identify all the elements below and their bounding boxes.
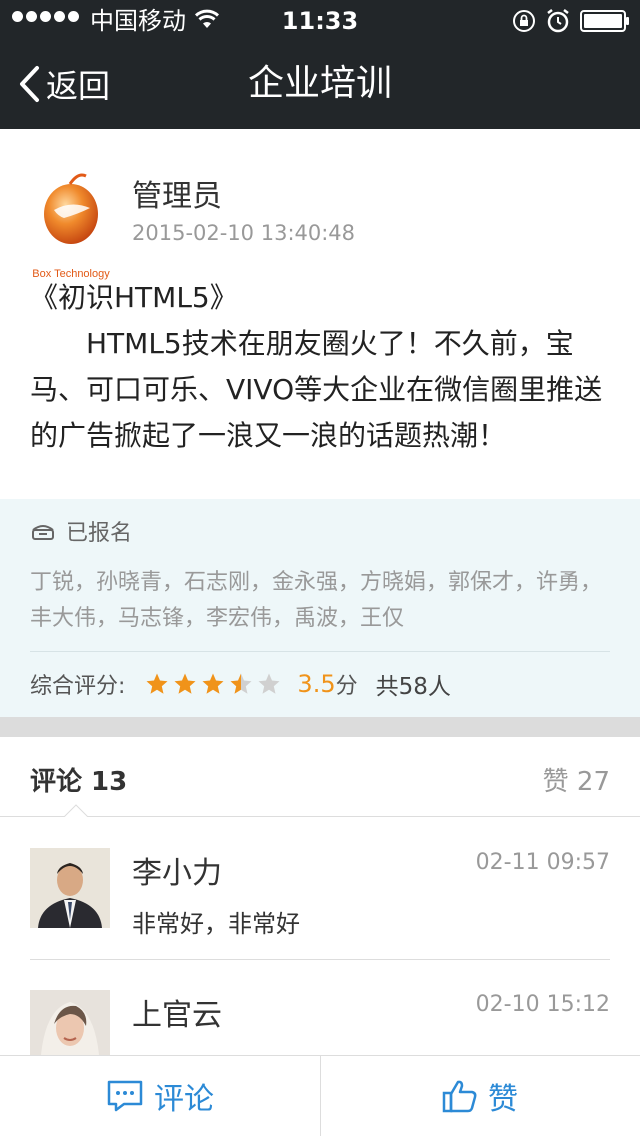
star-icon [230, 673, 252, 694]
post-heading: 《初识HTML5》 [30, 281, 238, 314]
rating-label: 综合评分: [30, 674, 126, 699]
company-logo: Box Technology [28, 164, 114, 280]
comment-button[interactable]: 评论 [0, 1056, 320, 1136]
star-icon [146, 673, 168, 694]
post-body: HTML5技术在朋友圈火了！不久前，宝马、可口可乐、VIVO等大企业在微信圈里推… [30, 327, 603, 452]
rating-stars [145, 672, 281, 696]
section-separator [0, 717, 640, 737]
rating-row: 综合评分: 3.5 分 共58人 [30, 667, 451, 701]
comment-time: 02-10 15:12 [475, 992, 610, 1017]
signup-section: 已报名 丁锐，孙晓青，石志刚，金永强，方晓娟，郭保才，许勇，丰大伟，马志锋，李宏… [0, 499, 640, 717]
comment-time: 02-11 09:57 [475, 850, 610, 875]
rotation-lock-icon [513, 10, 535, 32]
post-author: 管理员 [132, 179, 222, 214]
post-date: 2015-02-10 13:40:48 [132, 221, 356, 245]
comment-icon [107, 1080, 143, 1112]
post-content: 《初识HTML5》 HTML5技术在朋友圈火了！不久前，宝马、可口可乐、VIVO… [30, 275, 610, 459]
comments-count[interactable]: 评论 13 [30, 761, 127, 798]
star-icon [174, 673, 196, 694]
rating-count: 共58人 [375, 674, 451, 700]
rating-unit: 分 [335, 674, 358, 699]
status-bar: 中国移动 11:33 [0, 0, 640, 40]
page-title: 企业培训 [247, 63, 392, 104]
clock: 11:33 [281, 7, 359, 35]
divider [30, 959, 610, 960]
signup-header: 已报名 [30, 515, 132, 547]
comment-author: 李小力 [132, 856, 222, 891]
comment-button-label: 评论 [154, 1082, 214, 1117]
signup-names: 丁锐，孙晓青，石志刚，金永强，方晓娟，郭保才，许勇，丰大伟，马志锋，李宏伟，禹波… [30, 570, 603, 631]
star-icon [258, 673, 280, 694]
logo-mark-icon [44, 173, 98, 244]
nav-bar: 返回 企业培训 [0, 40, 640, 129]
rating-score: 3.5 [297, 670, 336, 698]
divider [30, 651, 610, 652]
battery-icon [580, 10, 629, 32]
comments-header: 评论 13 赞 27 [0, 737, 640, 817]
avatar [30, 848, 110, 928]
comment-text: 非常好，非常好 [132, 910, 300, 938]
bottom-toolbar: 评论 赞 [0, 1055, 640, 1136]
likes-count[interactable]: 赞 27 [543, 761, 610, 798]
signup-title: 已报名 [66, 521, 133, 546]
thumbs-up-icon [442, 1080, 477, 1113]
alarm-icon [547, 9, 569, 33]
signup-icon [32, 525, 54, 540]
star-icon [202, 673, 224, 694]
tab-indicator [64, 804, 88, 817]
like-button-label: 赞 [488, 1082, 518, 1117]
like-button[interactable]: 赞 [320, 1056, 640, 1136]
comment-author: 上官云 [132, 998, 222, 1033]
